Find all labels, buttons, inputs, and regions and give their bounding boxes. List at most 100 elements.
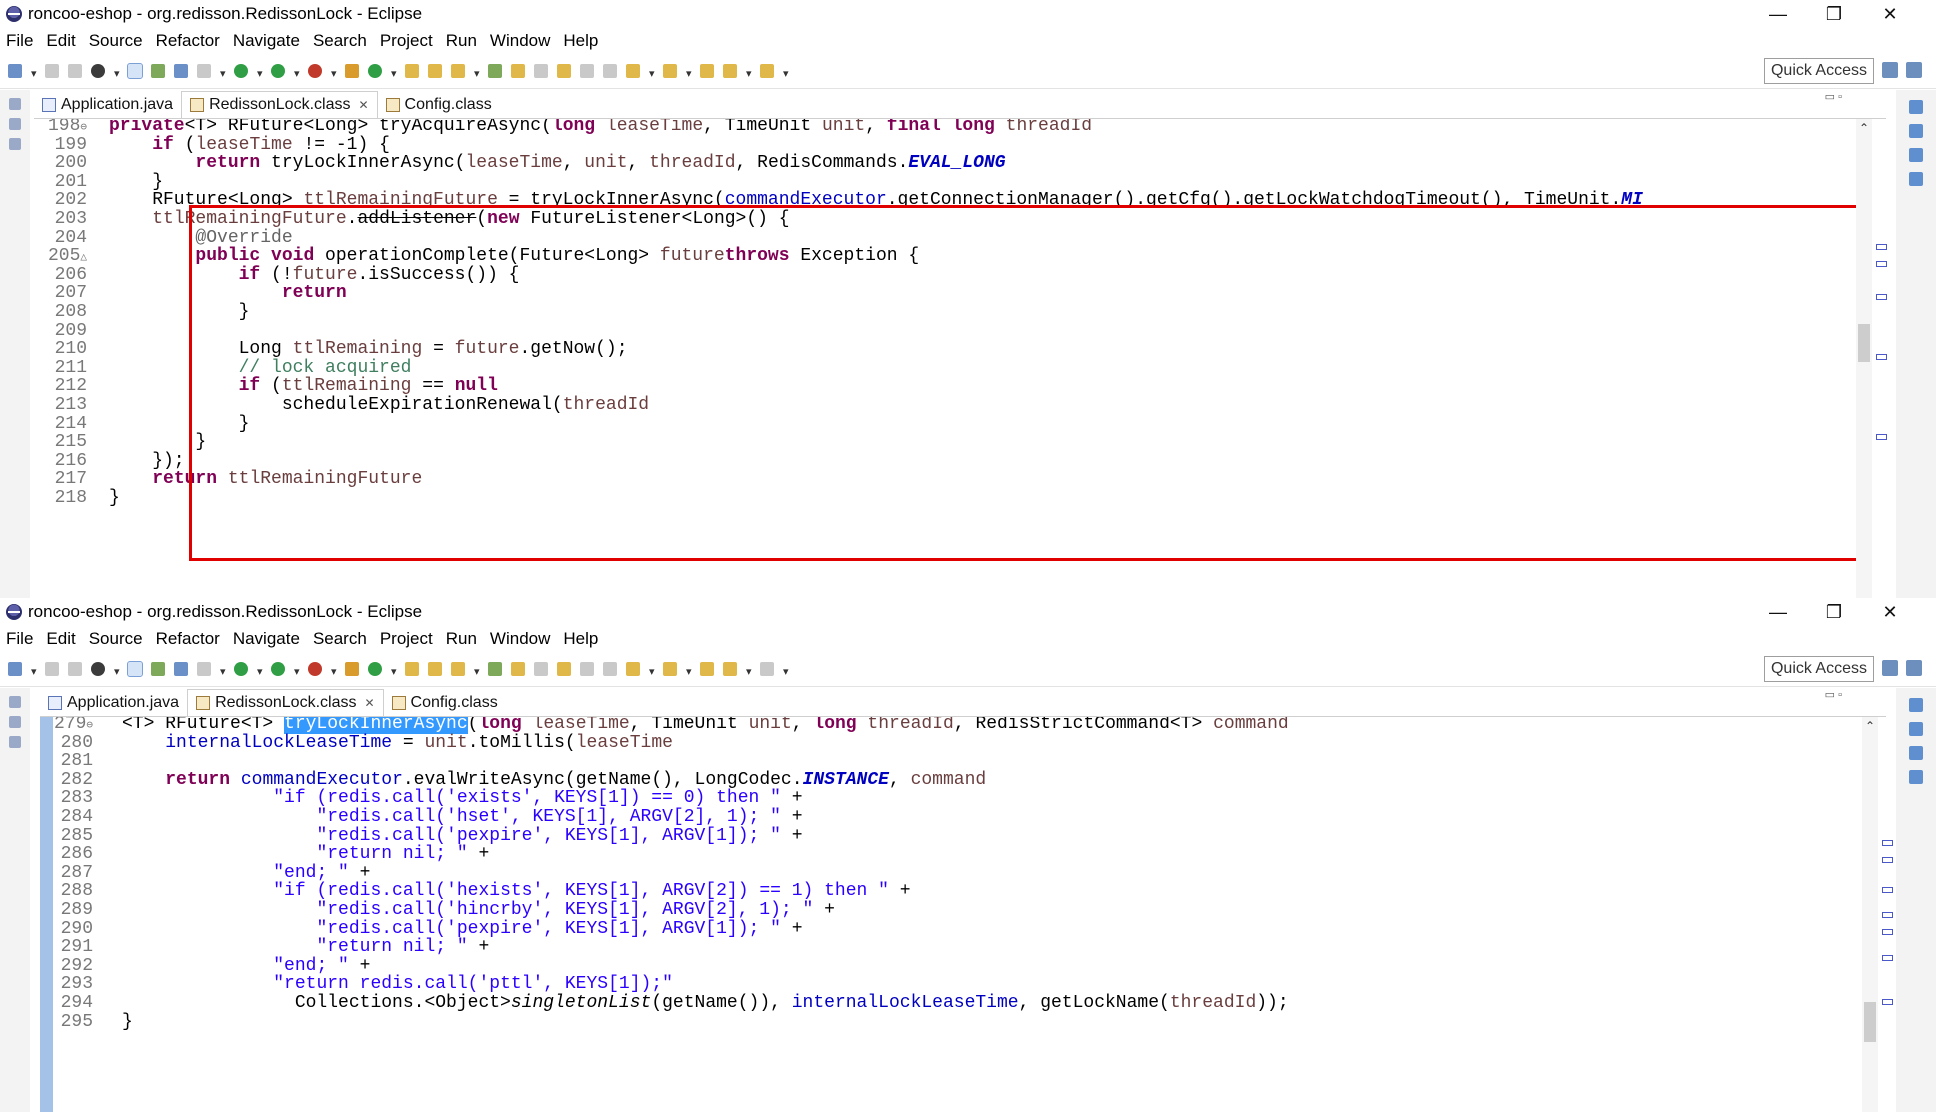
minimize-icon[interactable]: —: [1750, 602, 1806, 623]
block-selection-icon[interactable]: [534, 64, 548, 78]
outline-icon[interactable]: [9, 138, 21, 150]
run-dropdown-icon[interactable]: [257, 68, 263, 74]
back-dropdown-icon[interactable]: [746, 68, 752, 74]
menu-project[interactable]: Project: [380, 629, 433, 649]
open-task-icon[interactable]: [428, 662, 442, 676]
menu-help[interactable]: Help: [563, 31, 598, 51]
mark-occurrences-icon[interactable]: [511, 662, 525, 676]
record-dropdown-icon[interactable]: [114, 68, 120, 74]
code-editor[interactable]: 279⊖ <T> RFuture<T> tryLockInnerAsync(lon…: [40, 717, 1860, 1112]
close-icon[interactable]: ✕: [1862, 602, 1918, 623]
run-dropdown-icon[interactable]: [257, 666, 263, 672]
record-dropdown-icon[interactable]: [114, 666, 120, 672]
search-icon[interactable]: [451, 64, 465, 78]
paragraph-icon[interactable]: [603, 64, 617, 78]
fold-collapse-icon[interactable]: ⊖: [86, 720, 93, 732]
menu-project[interactable]: Project: [380, 31, 433, 51]
next-annotation-icon[interactable]: [626, 662, 640, 676]
minimize-maximize-icon[interactable]: ▭ ▫: [1825, 90, 1842, 103]
coverage-dropdown-icon[interactable]: [294, 666, 300, 672]
close-tab-icon[interactable]: ✕: [358, 98, 368, 112]
previous-annotation-dropdown-icon[interactable]: [686, 68, 692, 74]
problems-icon[interactable]: [1909, 746, 1923, 760]
previous-annotation-icon[interactable]: [663, 64, 677, 78]
paragraph-icon[interactable]: [603, 662, 617, 676]
external-tools-icon[interactable]: [308, 662, 322, 676]
restore-view-icon[interactable]: [9, 98, 21, 110]
code-line[interactable]: 295}: [40, 1011, 1860, 1034]
overview-marker[interactable]: [1876, 294, 1887, 300]
fold-collapse-icon[interactable]: ⊖: [80, 122, 87, 134]
new-java-project-icon[interactable]: [345, 64, 359, 78]
minimize-icon[interactable]: —: [1750, 4, 1806, 25]
tab-redissonlock-class[interactable]: RedissonLock.class ✕: [181, 91, 378, 118]
record-icon[interactable]: [91, 662, 105, 676]
block-selection-icon[interactable]: [534, 662, 548, 676]
overview-marker[interactable]: [1882, 999, 1893, 1005]
web-icon[interactable]: [151, 662, 165, 676]
new-dropdown-icon[interactable]: [31, 666, 37, 672]
restore-view-icon[interactable]: [9, 696, 21, 708]
scroll-up-icon[interactable]: ⌃: [1862, 719, 1878, 733]
forward-icon[interactable]: [760, 662, 774, 676]
open-task-icon[interactable]: [428, 64, 442, 78]
text-icon[interactable]: [174, 64, 188, 78]
menu-run[interactable]: Run: [446, 31, 477, 51]
save-all-icon[interactable]: [68, 662, 82, 676]
last-edit-icon[interactable]: [700, 662, 714, 676]
close-tab-icon[interactable]: ✕: [364, 696, 374, 710]
restore-icon[interactable]: ❐: [1806, 602, 1862, 623]
forward-dropdown-icon[interactable]: [783, 666, 789, 672]
overview-marker[interactable]: [1876, 261, 1887, 267]
overview-marker[interactable]: [1876, 354, 1887, 360]
task-list-icon[interactable]: [1909, 124, 1923, 138]
close-icon[interactable]: ✕: [1862, 4, 1918, 25]
open-type-icon[interactable]: [405, 662, 419, 676]
previous-annotation-icon[interactable]: [663, 662, 677, 676]
menu-search[interactable]: Search: [313, 629, 367, 649]
search-icon[interactable]: [451, 662, 465, 676]
toggle-selection-icon[interactable]: [127, 63, 143, 79]
java-perspective-icon[interactable]: [1906, 660, 1922, 676]
forward-icon[interactable]: [760, 64, 774, 78]
vertical-scrollbar[interactable]: ⌃: [1856, 119, 1872, 600]
back-icon[interactable]: [723, 64, 737, 78]
next-annotation-dropdown-icon[interactable]: [649, 666, 655, 672]
coverage-icon[interactable]: [271, 662, 285, 676]
save-all-icon[interactable]: [68, 64, 82, 78]
new-package-icon[interactable]: [368, 64, 382, 78]
overview-marker[interactable]: [1882, 912, 1893, 918]
menu-window[interactable]: Window: [490, 31, 550, 51]
search-dropdown-icon[interactable]: [474, 666, 480, 672]
console-icon[interactable]: [1909, 172, 1923, 186]
overview-marker[interactable]: [1882, 929, 1893, 935]
next-annotation-dropdown-icon[interactable]: [649, 68, 655, 74]
console-icon[interactable]: [1909, 770, 1923, 784]
save-icon[interactable]: [45, 662, 59, 676]
new-class-dropdown-icon[interactable]: [391, 666, 397, 672]
open-perspective-icon[interactable]: [1882, 62, 1898, 78]
override-indicator-icon[interactable]: △: [80, 252, 87, 264]
menu-navigate[interactable]: Navigate: [233, 31, 300, 51]
outline-icon[interactable]: [9, 736, 21, 748]
coverage-dropdown-icon[interactable]: [294, 68, 300, 74]
external-tools-icon[interactable]: [308, 64, 322, 78]
menu-edit[interactable]: Edit: [46, 31, 75, 51]
coverage-icon[interactable]: [271, 64, 285, 78]
tab-redissonlock-class[interactable]: RedissonLock.class ✕: [187, 689, 384, 716]
debug-dropdown-icon[interactable]: [220, 68, 226, 74]
menu-refactor[interactable]: Refactor: [156, 629, 220, 649]
show-whitespace-icon[interactable]: [580, 64, 594, 78]
menu-file[interactable]: File: [6, 31, 33, 51]
task-list-icon[interactable]: [1909, 722, 1923, 736]
new-package-icon[interactable]: [368, 662, 382, 676]
code-line[interactable]: 218}: [34, 487, 1846, 510]
run-icon[interactable]: [234, 662, 248, 676]
overview-marker[interactable]: [1882, 955, 1893, 961]
save-icon[interactable]: [45, 64, 59, 78]
web-icon[interactable]: [151, 64, 165, 78]
restore-icon[interactable]: ❐: [1806, 4, 1862, 25]
pin-editor-icon[interactable]: [488, 64, 502, 78]
scroll-thumb[interactable]: [1864, 1002, 1876, 1042]
new-icon[interactable]: [8, 662, 22, 676]
